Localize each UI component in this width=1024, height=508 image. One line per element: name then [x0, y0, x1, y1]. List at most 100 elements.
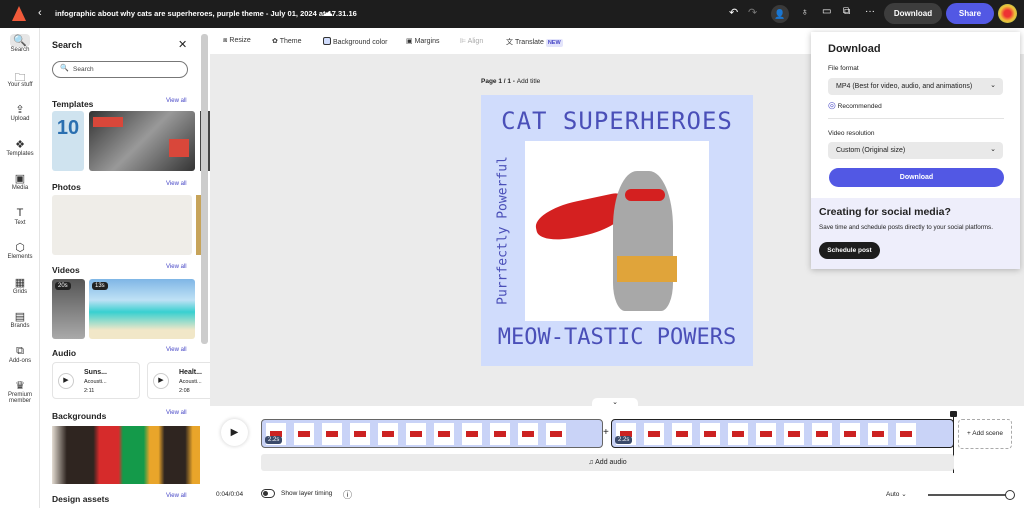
rail-item-search[interactable]: 🔍 Search	[0, 28, 40, 63]
rail-item-premium-member[interactable]: ♛ Premium member	[0, 373, 40, 408]
brands-icon: ▤	[14, 311, 26, 323]
video-thumb[interactable]: 20s	[52, 279, 85, 339]
share-button[interactable]: Share	[946, 3, 994, 24]
audio-duration: 2:11	[84, 388, 95, 394]
audio-item[interactable]: ▶ Suns... Acousti... 2:11	[52, 362, 140, 399]
design-bottom-text[interactable]: MEOW-TASTIC POWERS	[481, 325, 753, 350]
frame-thumbnail	[700, 423, 720, 445]
rail-item-text[interactable]: T Text	[0, 201, 40, 236]
template-thumb[interactable]: 10	[52, 111, 84, 171]
rail-label: Grids	[12, 288, 28, 295]
scene-clip[interactable]: 2.2s	[611, 419, 954, 448]
section-templates: Templates	[52, 99, 94, 109]
timeline: ▶ 2.2s + 2.2s + Add scene ♫ Add audio 0:…	[210, 406, 1024, 508]
search-input[interactable]: 🔍 Search	[52, 61, 188, 78]
templates-icon: ❖	[15, 138, 25, 151]
frame-thumbnail	[672, 423, 692, 445]
design-assets-view-all[interactable]: View all	[166, 493, 187, 499]
theme-button[interactable]: ✿ Theme	[272, 37, 301, 45]
rail-item-templates[interactable]: ❖ Templates	[0, 132, 40, 167]
lightbulb-icon[interactable]: ♁	[801, 7, 809, 18]
translate-button[interactable]: 文 Translate NEW	[506, 37, 563, 47]
file-format-label: File format	[828, 65, 859, 72]
video-thumb[interactable]: 13s	[89, 279, 195, 339]
color-swatch-icon	[323, 37, 331, 45]
design-side-text[interactable]: Purrfectly Powerful	[496, 151, 511, 311]
templates-view-all[interactable]: View all	[166, 98, 187, 104]
file-format-select[interactable]: MP4 (Best for video, audio, and animatio…	[828, 78, 1003, 95]
frame-thumbnail	[812, 423, 832, 445]
cat-superhero-image[interactable]	[525, 141, 709, 321]
play-icon[interactable]: ▶	[58, 373, 74, 389]
frame-thumbnail	[462, 423, 482, 445]
undo-icon[interactable]: ↶	[729, 6, 738, 19]
download-confirm-button[interactable]: Download	[829, 168, 1004, 187]
scene-clip[interactable]: 2.2s	[261, 419, 603, 448]
rail-label: Upload	[10, 116, 30, 122]
photo-thumb[interactable]	[52, 195, 192, 255]
margins-button[interactable]: ▣ Margins	[406, 37, 439, 45]
rail-label: Templates	[6, 150, 34, 157]
section-photos: Photos	[52, 182, 81, 192]
recommended-label: ◎ Recommended	[828, 100, 882, 110]
add-between-icon[interactable]: +	[603, 427, 609, 438]
info-icon[interactable]: ⓘ	[343, 488, 352, 501]
redo-icon[interactable]: ↷	[748, 6, 757, 19]
play-button[interactable]: ▶	[221, 419, 248, 446]
rail-item-your-stuff[interactable]: 🗀 Your stuff	[0, 63, 40, 98]
top-bar: ‹ infographic about why cats are superhe…	[0, 0, 1024, 28]
frame-thumbnail	[868, 423, 888, 445]
invite-icon[interactable]: 👤	[771, 5, 789, 23]
backgrounds-view-all[interactable]: View all	[166, 410, 187, 416]
rail-item-grids[interactable]: ▦ Grids	[0, 270, 40, 305]
template-thumb[interactable]	[89, 111, 195, 171]
align-button[interactable]: ⊫ Align	[460, 37, 483, 45]
frame-thumbnail	[350, 423, 370, 445]
left-rail: 🔍 Search 🗀 Your stuff ⇪ Upload ❖ Templates ▣ Medi…	[0, 28, 40, 508]
rail-item-elements[interactable]: ⬡ Elements	[0, 235, 40, 270]
social-title: Creating for social media?	[819, 206, 951, 218]
zoom-slider[interactable]	[928, 490, 1015, 500]
chevron-down-icon: ⌄	[901, 491, 907, 498]
more-icon[interactable]: ···	[865, 6, 875, 17]
document-title[interactable]: infographic about why cats are superhero…	[55, 9, 357, 18]
audio-item[interactable]: ▶ Healt... Acousti... 2:08	[147, 362, 210, 399]
background-color-button[interactable]: Background color	[323, 37, 387, 46]
chevron-down-icon: ⌄	[990, 146, 996, 153]
panel-scrollbar[interactable]	[201, 34, 208, 344]
videos-view-all[interactable]: View all	[166, 264, 187, 270]
zoom-mode-select[interactable]: Auto ⌄	[886, 490, 907, 498]
design-title[interactable]: CAT SUPERHEROES	[481, 107, 753, 135]
feedback-icon[interactable]: ⧉	[843, 6, 850, 17]
add-scene-button[interactable]: + Add scene	[958, 419, 1012, 449]
schedule-post-button[interactable]: Schedule post	[819, 242, 880, 259]
back-icon[interactable]: ‹	[38, 7, 42, 19]
add-audio-track[interactable]: ♫ Add audio	[261, 454, 954, 471]
frame-thumbnail	[518, 423, 538, 445]
rail-label: Search	[10, 47, 30, 53]
audio-view-all[interactable]: View all	[166, 347, 187, 353]
search-icon: 🔍	[10, 34, 30, 47]
rail-item-media[interactable]: ▣ Media	[0, 166, 40, 201]
download-button[interactable]: Download	[884, 3, 942, 24]
background-thumb[interactable]	[52, 426, 200, 484]
resize-button[interactable]: ⧈ Resize	[223, 37, 251, 45]
app-logo[interactable]	[12, 6, 26, 21]
audio-duration: 2:08	[179, 388, 190, 394]
add-title-link[interactable]: Add title	[517, 78, 541, 85]
rail-item-upload[interactable]: ⇪ Upload	[0, 97, 40, 132]
avatar[interactable]	[998, 4, 1017, 23]
rail-item-brands[interactable]: ▤ Brands	[0, 304, 40, 339]
photos-view-all[interactable]: View all	[166, 181, 187, 187]
zoom-slider-handle[interactable]	[1005, 490, 1015, 500]
frame-thumbnail	[756, 423, 776, 445]
close-icon[interactable]: ✕	[178, 38, 187, 51]
rail-label: Add-ons	[8, 357, 32, 364]
rail-label: Elements	[7, 254, 33, 260]
video-resolution-select[interactable]: Custom (Original size) ⌄	[828, 142, 1003, 159]
design-page[interactable]: CAT SUPERHEROES Purrfectly Powerful MEOW…	[481, 95, 753, 366]
show-layer-timing-toggle[interactable]	[261, 489, 275, 498]
play-icon[interactable]: ▶	[153, 373, 169, 389]
rail-item-add-ons[interactable]: ⧉ Add-ons	[0, 339, 40, 374]
comment-icon[interactable]: ▭	[822, 6, 831, 17]
